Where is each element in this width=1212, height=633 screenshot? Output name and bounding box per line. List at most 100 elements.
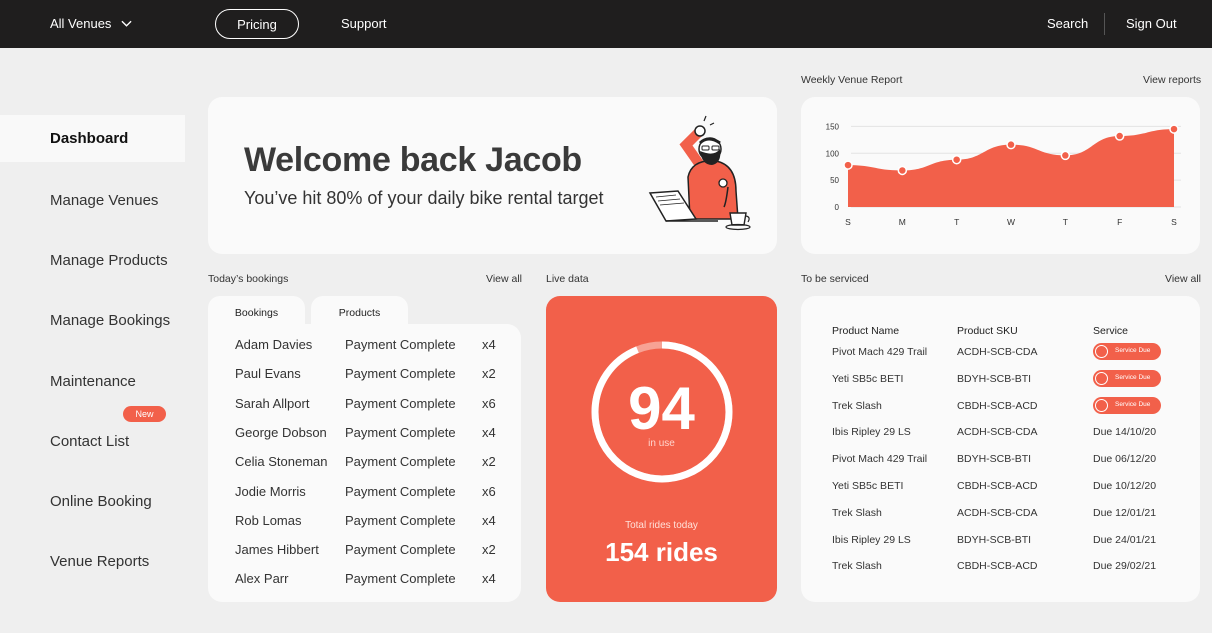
- service-due-toggle[interactable]: Service Due: [1093, 369, 1161, 387]
- data-point: [1006, 139, 1016, 150]
- sign-out-link[interactable]: Sign Out: [1126, 16, 1177, 31]
- product-name: Ibis Ripley 29 LS: [832, 426, 911, 439]
- service-due-label: Service Due: [1115, 400, 1151, 408]
- toggle-knob: [1095, 398, 1108, 412]
- product-name: Trek Slash: [832, 560, 882, 573]
- service-due-toggle[interactable]: Service Due: [1093, 343, 1161, 360]
- booking-name: George Dobson: [235, 424, 327, 440]
- weekly-report-chart: 0 50 100 150 S M T W T F S: [826, 122, 1181, 227]
- booking-name: Rob Lomas: [235, 512, 302, 528]
- product-sku: BDYH-SCB-BTI: [957, 533, 1032, 546]
- sidebar-item-manage-bookings[interactable]: Manage Bookings: [0, 297, 185, 344]
- sidebar-item-online-booking[interactable]: Online Booking: [0, 478, 185, 525]
- table-row[interactable]: Yeti SB5c BETI BDYH-SCB-BTI Service Due: [801, 369, 1200, 390]
- search-link[interactable]: Search: [1047, 16, 1088, 31]
- service-due-toggle[interactable]: Service Due: [1093, 396, 1161, 414]
- table-row[interactable]: James Hibbert Payment Complete x2: [208, 540, 521, 560]
- y-tick-label: 0: [835, 203, 840, 212]
- data-point: [843, 160, 853, 170]
- column-header-product-name: Product Name: [832, 325, 900, 337]
- in-use-label: in use: [648, 438, 675, 449]
- table-row[interactable]: George Dobson Payment Complete x4: [208, 423, 521, 443]
- product-name: Pivot Mach 429 Trail: [832, 453, 928, 466]
- booking-name: Sarah Allport: [235, 395, 310, 411]
- booking-quantity: x4: [482, 571, 496, 587]
- top-bar: All Venues Pricing Support Search Sign O…: [0, 0, 1212, 48]
- topbar-divider: [1104, 13, 1105, 35]
- total-rides-value: 154 rides: [605, 537, 718, 567]
- service-section-label: To be serviced: [801, 273, 869, 285]
- booking-quantity: x2: [482, 542, 496, 558]
- weekly-report-card: 0 50 100 150 S M T W T F S: [801, 97, 1200, 254]
- booking-quantity: x6: [482, 395, 496, 411]
- booking-status: Payment Complete: [345, 571, 456, 587]
- product-sku: ACDH-SCB-CDA: [957, 426, 1038, 439]
- product-name: Yeti SB5c BETI: [832, 372, 904, 385]
- service-view-all-link[interactable]: View all: [1165, 273, 1201, 285]
- booking-status: Payment Complete: [345, 366, 456, 382]
- product-name: Pivot Mach 429 Trail: [832, 346, 928, 358]
- y-tick-label: 100: [826, 149, 840, 158]
- table-row[interactable]: Pivot Mach 429 Trail BDYH-SCB-BTI Due 06/1…: [801, 450, 1200, 470]
- data-point: [897, 165, 908, 176]
- product-sku: BDYH-SCB-BTI: [957, 453, 1032, 466]
- table-row[interactable]: Trek Slash ACDH-SCB-CDA Due 12/01/21: [801, 504, 1200, 524]
- x-tick-label: S: [845, 217, 851, 227]
- service-table-header: Product Name Product SKU Service: [801, 322, 1200, 342]
- sidebar-item-contact-list[interactable]: Contact List: [0, 418, 185, 465]
- data-point: [1114, 131, 1125, 141]
- booking-status: Payment Complete: [345, 512, 456, 528]
- data-point: [1169, 124, 1179, 134]
- booking-name: Jodie Morris: [235, 483, 306, 499]
- venue-selector[interactable]: All Venues: [50, 16, 133, 31]
- y-tick-label: 150: [826, 122, 840, 131]
- x-tick-label: S: [1171, 217, 1177, 227]
- booking-status: Payment Complete: [345, 337, 456, 352]
- chevron-down-icon: [121, 20, 133, 27]
- support-link[interactable]: Support: [341, 16, 387, 31]
- sidebar-item-manage-venues[interactable]: Manage Venues: [0, 177, 185, 224]
- booking-status: Payment Complete: [345, 542, 456, 558]
- table-row[interactable]: Jodie Morris Payment Complete x6: [208, 482, 521, 502]
- service-due-label: Service Due: [1115, 373, 1151, 381]
- welcome-subtitle: You’ve hit 80% of your daily bike rental…: [244, 188, 604, 208]
- table-row[interactable]: Sarah Allport Payment Complete x6: [208, 394, 521, 414]
- live-section-label: Live data: [546, 273, 589, 285]
- venue-selector-label: All Venues: [50, 16, 112, 31]
- product-sku: CBDH-SCB-ACD: [957, 560, 1038, 573]
- service-due-label: Service Due: [1115, 347, 1151, 354]
- welcome-title: Welcome back Jacob: [244, 141, 582, 179]
- live-data-card: 94 in use Total rides today 154 rides: [546, 296, 777, 602]
- table-row[interactable]: Yeti SB5c BETI CBDH-SCB-ACD Due 10/12/20: [801, 477, 1200, 497]
- table-row[interactable]: Celia Stoneman Payment Complete x2: [208, 452, 521, 472]
- table-row[interactable]: Ibis Ripley 29 LS ACDH-SCB-CDA Due 14/10/2…: [801, 423, 1200, 443]
- table-row[interactable]: Ibis Ripley 29 LS BDYH-SCB-BTI Due 24/01/2…: [801, 531, 1200, 551]
- table-row[interactable]: Rob Lomas Payment Complete x4: [208, 511, 521, 531]
- table-row[interactable]: Pivot Mach 429 Trail ACDH-SCB-CDA Service …: [801, 343, 1200, 363]
- x-tick-label: W: [1007, 217, 1015, 227]
- table-row[interactable]: Paul Evans Payment Complete x2: [208, 364, 521, 384]
- in-use-value: 94: [628, 375, 695, 442]
- booking-name: Alex Parr: [235, 571, 289, 587]
- pricing-button[interactable]: Pricing: [215, 9, 299, 39]
- new-badge: New: [123, 406, 166, 422]
- service-due-date: Due 24/01/21: [1093, 533, 1157, 546]
- table-row[interactable]: Adam Davies Payment Complete x4: [208, 335, 521, 355]
- service-due-date: Due 10/12/20: [1093, 480, 1157, 492]
- total-rides-label: Total rides today: [625, 520, 698, 531]
- booking-name: Celia Stoneman: [235, 454, 328, 470]
- service-due-date: Due 14/10/20: [1093, 426, 1157, 439]
- booking-quantity: x2: [482, 454, 496, 470]
- table-row[interactable]: Trek Slash CBDH-SCB-ACD Service Due: [801, 396, 1200, 417]
- booking-status: Payment Complete: [345, 395, 456, 411]
- table-row[interactable]: Alex Parr Payment Complete x4: [208, 569, 521, 589]
- sidebar-item-venue-reports[interactable]: Venue Reports: [0, 538, 185, 585]
- sidebar-item-dashboard[interactable]: Dashboard: [0, 115, 185, 162]
- bookings-card: Adam Davies Payment Complete x4 Paul Evans P…: [208, 324, 521, 602]
- sidebar-item-maintenance[interactable]: Maintenance: [0, 358, 185, 405]
- booking-status: Payment Complete: [345, 424, 456, 440]
- sidebar-item-manage-products[interactable]: Manage Products: [0, 237, 185, 284]
- table-row[interactable]: Trek Slash CBDH-SCB-ACD Due 29/02/21: [801, 557, 1200, 577]
- bookings-view-all-link[interactable]: View all: [486, 273, 522, 285]
- view-reports-link[interactable]: View reports: [1143, 74, 1201, 86]
